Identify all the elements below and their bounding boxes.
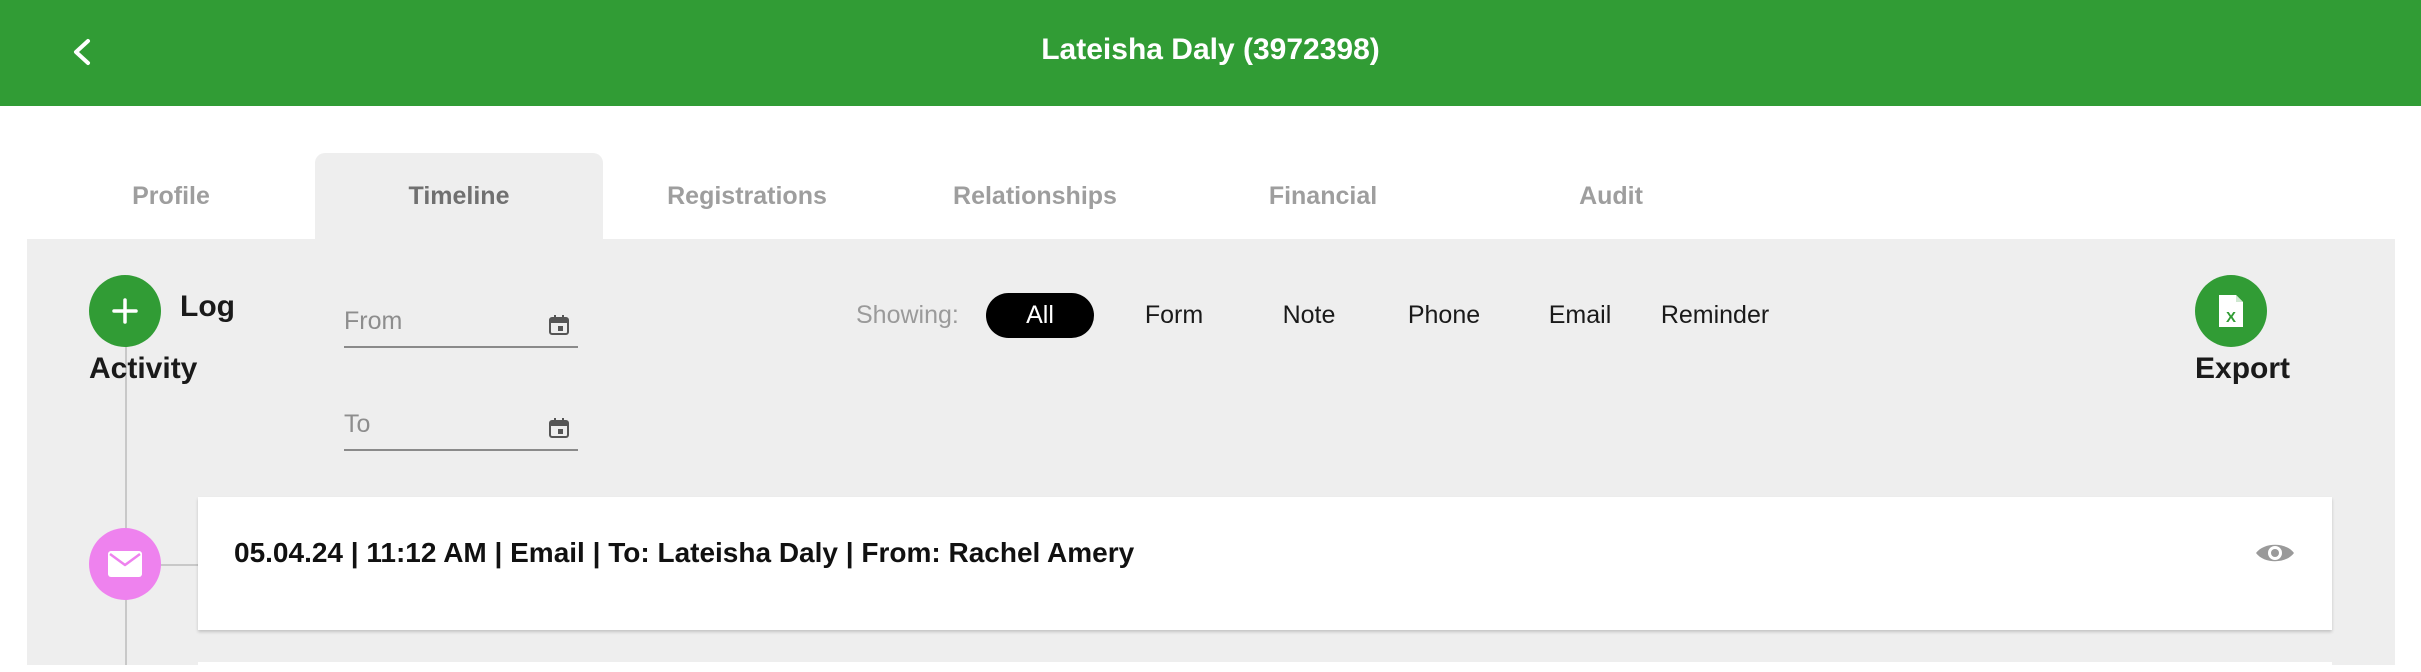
filter-email[interactable]: Email xyxy=(1530,293,1630,338)
tab-financial[interactable]: Financial xyxy=(1179,153,1467,240)
to-date-placeholder: To xyxy=(344,410,371,438)
plus-icon xyxy=(112,298,138,324)
filter-phone[interactable]: Phone xyxy=(1394,293,1494,338)
showing-label: Showing: xyxy=(856,301,959,329)
eye-icon[interactable] xyxy=(2254,539,2296,567)
timeline-entry-next xyxy=(198,662,2332,672)
export-label[interactable]: Export xyxy=(2195,352,2290,386)
tab-timeline[interactable]: Timeline xyxy=(315,153,603,240)
calendar-icon[interactable] xyxy=(548,417,570,439)
timeline-line xyxy=(125,340,127,665)
filter-reminder[interactable]: Reminder xyxy=(1655,293,1775,338)
filter-note[interactable]: Note xyxy=(1259,293,1359,338)
tab-profile[interactable]: Profile xyxy=(27,153,315,240)
from-date-field[interactable]: From xyxy=(344,300,578,348)
email-type-badge xyxy=(89,528,161,600)
page-title: Lateisha Daly (3972398) xyxy=(1041,33,1380,66)
log-activity-label-line2[interactable]: Activity xyxy=(89,352,197,386)
log-activity-button[interactable] xyxy=(89,275,161,347)
app-header: Lateisha Daly (3972398) xyxy=(0,0,2421,106)
tab-bar: Profile Timeline Registrations Relations… xyxy=(0,153,2421,240)
timeline-entry[interactable]: 05.04.24 | 11:12 AM | Email | To: Lateis… xyxy=(198,497,2332,630)
export-button[interactable]: X xyxy=(2195,275,2267,347)
email-icon xyxy=(108,551,142,577)
excel-icon: X xyxy=(2219,295,2243,327)
tab-relationships[interactable]: Relationships xyxy=(891,153,1179,240)
calendar-icon[interactable] xyxy=(548,314,570,336)
to-date-field[interactable]: To xyxy=(344,403,578,451)
tab-audit[interactable]: Audit xyxy=(1467,153,1755,240)
filter-form[interactable]: Form xyxy=(1124,293,1224,338)
tab-registrations[interactable]: Registrations xyxy=(603,153,891,240)
timeline-entry-text: 05.04.24 | 11:12 AM | Email | To: Lateis… xyxy=(234,537,1135,568)
from-date-placeholder: From xyxy=(344,307,403,335)
filter-all[interactable]: All xyxy=(986,293,1094,338)
svg-text:X: X xyxy=(2226,309,2236,326)
log-activity-label[interactable]: Log xyxy=(180,290,235,324)
